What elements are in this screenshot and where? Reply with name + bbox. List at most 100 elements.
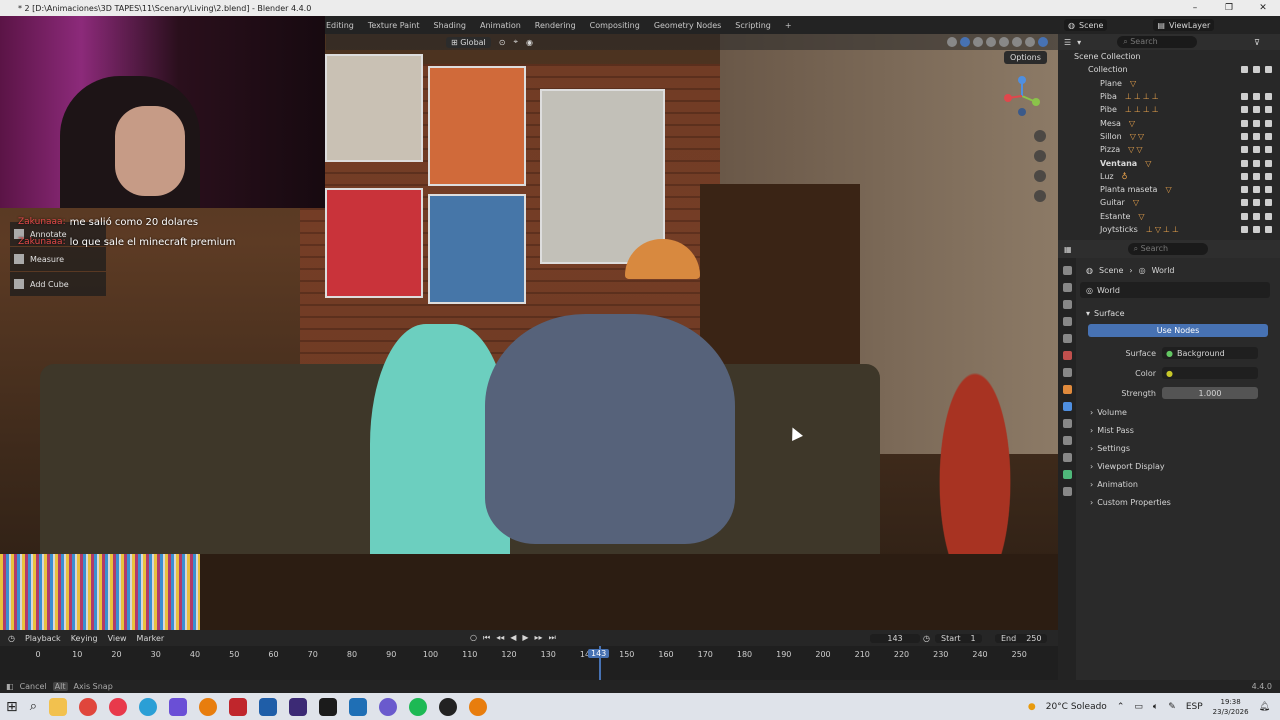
panel-settings[interactable]: › Settings bbox=[1080, 439, 1276, 457]
photoshop-icon[interactable] bbox=[259, 697, 278, 716]
outliner-row-joytsticks[interactable]: Joytsticks ⊥▽⊥⊥ bbox=[1058, 223, 1280, 236]
outliner-row-scene-collection[interactable]: Scene Collection bbox=[1058, 50, 1280, 63]
panel-viewport-display[interactable]: › Viewport Display bbox=[1080, 457, 1276, 475]
premiere-icon[interactable] bbox=[289, 697, 308, 716]
menu-marker[interactable]: Marker bbox=[137, 634, 165, 643]
outliner-row-plane[interactable]: Plane ▽ bbox=[1058, 77, 1280, 90]
prev-keyframe-icon[interactable]: ◂◂ bbox=[496, 633, 504, 643]
rendered-shading-icon[interactable] bbox=[1038, 37, 1048, 47]
next-keyframe-icon[interactable]: ▸▸ bbox=[535, 633, 543, 643]
panel-custom-properties[interactable]: › Custom Properties bbox=[1080, 493, 1276, 511]
pivot-icon[interactable]: ⊙ bbox=[499, 38, 506, 47]
windows-start-icon[interactable]: ⊞ bbox=[6, 699, 18, 715]
start-frame-field[interactable]: Start 1 bbox=[935, 633, 982, 643]
object-tab-icon[interactable] bbox=[1062, 385, 1072, 394]
render-tab-icon[interactable] bbox=[1062, 283, 1072, 292]
world-tab-icon[interactable] bbox=[1062, 351, 1072, 360]
world-datablock-field[interactable]: ◎ World bbox=[1080, 282, 1270, 298]
discord-icon[interactable] bbox=[379, 697, 398, 716]
outliner-row-collection[interactable]: Collection bbox=[1058, 63, 1280, 76]
close-icon[interactable]: ✕ bbox=[1246, 3, 1280, 13]
visibility-toggles[interactable] bbox=[1241, 66, 1272, 74]
playhead-label[interactable]: 143 bbox=[588, 649, 610, 658]
texture-tab-icon[interactable] bbox=[1062, 487, 1072, 496]
visibility-toggles[interactable] bbox=[1241, 93, 1272, 101]
panel-mist-pass[interactable]: › Mist Pass bbox=[1080, 421, 1276, 439]
outliner-row-pizza[interactable]: Pizza ▽▽ bbox=[1058, 143, 1280, 156]
end-frame-field[interactable]: End 250 bbox=[995, 633, 1048, 643]
particles-tab-icon[interactable] bbox=[1062, 419, 1072, 428]
search-icon[interactable]: ⌕ bbox=[30, 699, 37, 714]
tab-animation[interactable]: Animation bbox=[480, 21, 521, 30]
visibility-toggles[interactable] bbox=[1241, 226, 1272, 233]
visibility-icon[interactable] bbox=[947, 37, 957, 47]
properties-editor-icon[interactable]: ▦ bbox=[1064, 245, 1072, 254]
tab-compositing[interactable]: Compositing bbox=[590, 21, 640, 30]
edge-icon[interactable] bbox=[139, 697, 158, 716]
vscode-icon[interactable] bbox=[349, 697, 368, 716]
spotify-icon[interactable] bbox=[409, 697, 428, 716]
add-workspace-icon[interactable]: + bbox=[785, 21, 792, 30]
display-mode-icon[interactable]: ▾ bbox=[1077, 38, 1081, 47]
outliner-row-mesa[interactable]: Mesa ▽ bbox=[1058, 116, 1280, 129]
weather-text[interactable]: 20°C Soleado bbox=[1046, 702, 1107, 712]
outliner-row-guitar[interactable]: Guitar ▽ bbox=[1058, 196, 1280, 209]
visibility-toggles[interactable] bbox=[1241, 146, 1272, 154]
wireframe-shading-icon[interactable] bbox=[999, 37, 1009, 47]
record-icon[interactable]: ○ bbox=[470, 633, 477, 643]
tab-shading[interactable]: Shading bbox=[434, 21, 467, 30]
visibility-toggles[interactable] bbox=[1241, 119, 1272, 127]
tool-tab-icon[interactable] bbox=[1062, 266, 1072, 275]
opera-icon[interactable] bbox=[109, 697, 128, 716]
physics-tab-icon[interactable] bbox=[1062, 436, 1072, 445]
panel-animation[interactable]: › Animation bbox=[1080, 475, 1276, 493]
view-layer-selector[interactable]: ▤ ViewLayer bbox=[1153, 19, 1215, 31]
material-shading-icon[interactable] bbox=[1025, 37, 1035, 47]
overlay-icon[interactable] bbox=[973, 37, 983, 47]
outliner-search[interactable]: ⌕ Search bbox=[1117, 36, 1198, 48]
color-field[interactable]: ● bbox=[1162, 367, 1258, 379]
gizmo-icon[interactable] bbox=[960, 37, 970, 47]
timeline[interactable]: 0102030405060708090100110120130140150160… bbox=[0, 646, 1058, 680]
minimize-icon[interactable]: – bbox=[1178, 3, 1212, 13]
outliner-row-luz[interactable]: Luz ♁ bbox=[1058, 170, 1280, 183]
notifications-icon[interactable]: 🔔︎ bbox=[1259, 702, 1270, 712]
zoom-icon[interactable] bbox=[1034, 130, 1046, 142]
transform-orientation[interactable]: ⊞ Global bbox=[446, 36, 491, 48]
recorder-app-icon[interactable] bbox=[229, 697, 248, 716]
frame-ruler[interactable]: 0102030405060708090100110120130140150160… bbox=[0, 650, 1058, 664]
tray-overflow-icon[interactable]: ⌃ bbox=[1117, 702, 1125, 712]
outliner-row-sillon[interactable]: Sillon ▽▽ bbox=[1058, 130, 1280, 143]
outliner-row-estante[interactable]: Estante ▽ bbox=[1058, 210, 1280, 223]
clock-icon[interactable]: ◷ bbox=[923, 634, 930, 643]
tab-rendering[interactable]: Rendering bbox=[535, 21, 576, 30]
timeline-editor-icon[interactable]: ◷ bbox=[8, 634, 15, 643]
scene-selector[interactable]: ◍ Scene bbox=[1064, 19, 1108, 31]
tab-scripting[interactable]: Scripting bbox=[735, 21, 771, 30]
chrome-icon[interactable] bbox=[79, 697, 98, 716]
snap-icon[interactable]: ⌖ bbox=[513, 37, 518, 47]
filter-icon[interactable]: ⊽ bbox=[1254, 38, 1260, 47]
visibility-toggles[interactable] bbox=[1241, 186, 1272, 194]
play-icon[interactable]: ▶ bbox=[522, 633, 528, 643]
obs-icon[interactable] bbox=[439, 697, 458, 716]
network-icon[interactable]: ▭ bbox=[1134, 702, 1143, 712]
pycharm-icon[interactable] bbox=[319, 697, 338, 716]
panel-surface[interactable]: ▾ Surface bbox=[1080, 304, 1276, 322]
outliner-row-ventana[interactable]: Ventana ▽ bbox=[1058, 156, 1280, 169]
options-dropdown[interactable]: Options bbox=[1004, 51, 1047, 64]
affinity-icon[interactable] bbox=[169, 697, 188, 716]
outliner-row-piba[interactable]: Piba ⊥⊥⊥⊥ bbox=[1058, 90, 1280, 103]
menu-playback[interactable]: Playback bbox=[25, 634, 61, 643]
constraints-tab-icon[interactable] bbox=[1062, 453, 1072, 462]
outliner-editor-icon[interactable]: ☰ bbox=[1064, 38, 1071, 47]
xray-icon[interactable] bbox=[986, 37, 996, 47]
tab-editing[interactable]: Editing bbox=[326, 21, 354, 30]
visibility-toggles[interactable] bbox=[1241, 132, 1272, 140]
collection-tab-icon[interactable] bbox=[1062, 368, 1072, 377]
language-indicator[interactable]: ESP bbox=[1186, 702, 1203, 712]
visibility-toggles[interactable] bbox=[1241, 159, 1272, 167]
jump-start-icon[interactable]: ⏮ bbox=[483, 633, 490, 643]
pan-hand-icon[interactable] bbox=[1034, 150, 1046, 162]
pen-icon[interactable]: ✎ bbox=[1168, 702, 1176, 712]
